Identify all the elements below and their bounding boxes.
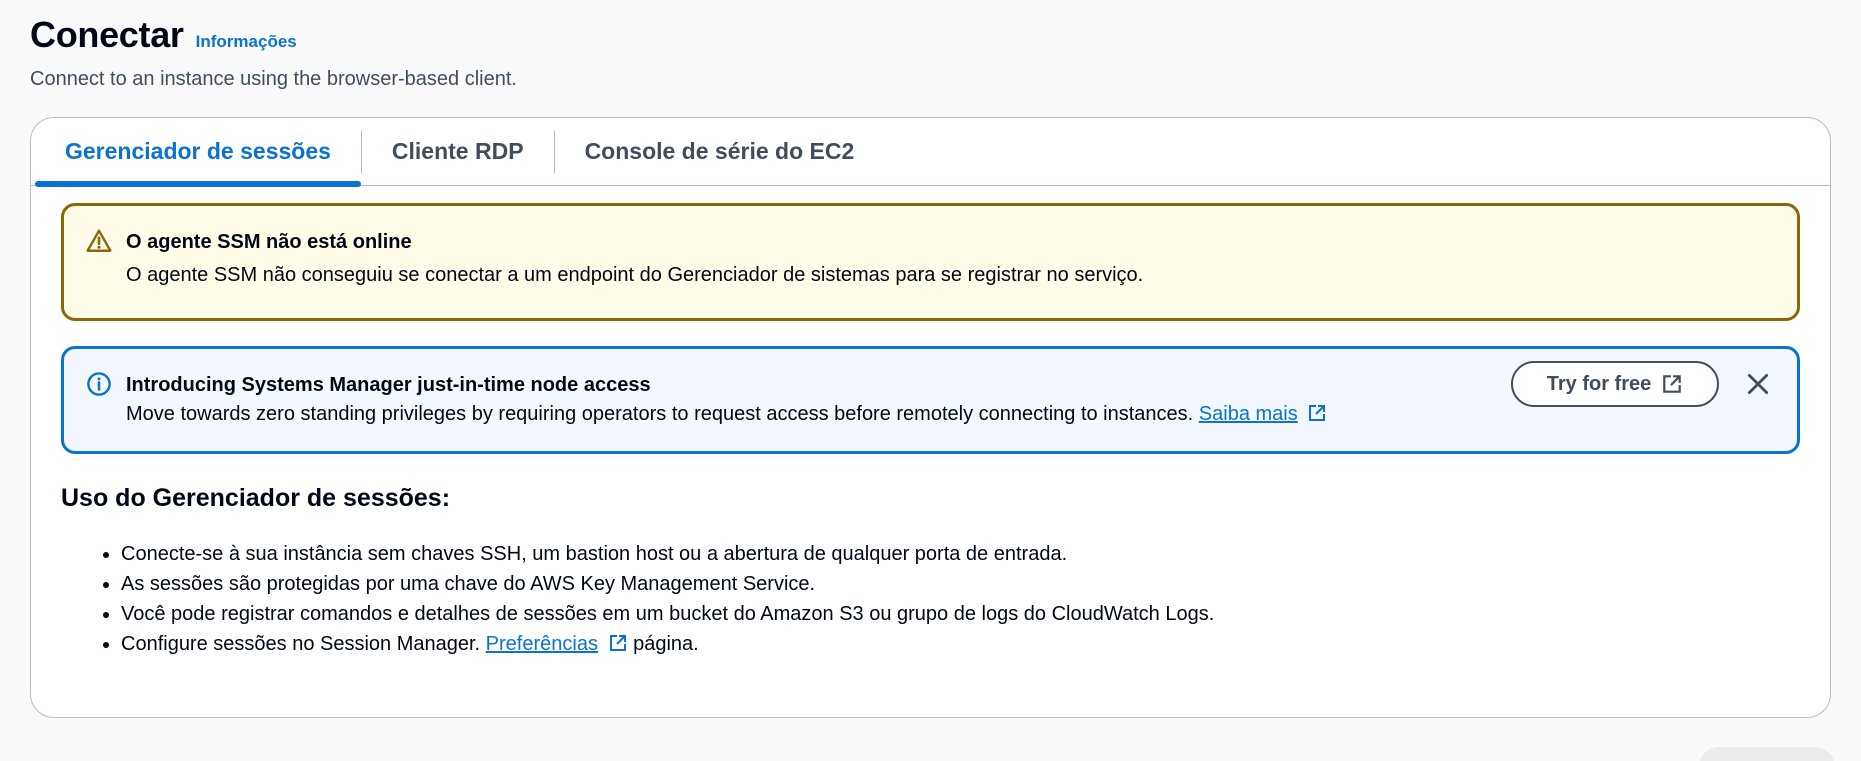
info-alert: Introducing Systems Manager just-in-time… [61, 346, 1800, 454]
warning-alert-body: O agente SSM não está online O agente SS… [126, 228, 1777, 290]
info-link[interactable]: Informações [196, 32, 297, 52]
external-link-icon [1309, 405, 1326, 421]
list-item: Configure sessões no Session Manager. Pr… [121, 629, 1800, 659]
external-link-icon [609, 635, 626, 651]
try-for-free-label: Try for free [1546, 372, 1652, 395]
tab-rdp-client[interactable]: Cliente RDP [362, 118, 554, 185]
tab-session-manager[interactable]: Gerenciador de sessões [35, 118, 361, 187]
title-row: Conectar Informações [30, 14, 517, 56]
page-description: Connect to an instance using the browser… [30, 68, 517, 90]
footer-button[interactable] [1699, 747, 1835, 761]
tab-content: O agente SSM não está online O agente SS… [31, 186, 1830, 659]
info-alert-text: Move towards zero standing privileges by… [126, 403, 1194, 425]
page-header: Conectar Informações Connect to an insta… [30, 14, 517, 91]
list-item: Você pode registrar comandos e detalhes … [121, 599, 1800, 629]
page-title: Conectar [30, 14, 184, 55]
warning-alert-text: O agente SSM não conseguiu se conectar a… [126, 264, 1144, 286]
learn-more-link[interactable]: Saiba mais [1199, 403, 1298, 425]
warning-alert-title: O agente SSM não está online [126, 231, 412, 253]
connect-panel: Gerenciador de sessões Cliente RDP Conso… [30, 117, 1831, 718]
list-item-prefix: Configure sessões no Session Manager. [121, 633, 481, 655]
usage-list: Conecte-se à sua instância sem chaves SS… [61, 539, 1800, 659]
tab-ec2-serial-console[interactable]: Console de série do EC2 [555, 118, 885, 185]
tab-bar: Gerenciador de sessões Cliente RDP Conso… [31, 118, 1830, 187]
external-link-icon [1663, 375, 1682, 393]
warning-icon [86, 229, 112, 252]
warning-alert: O agente SSM não está online O agente SS… [61, 203, 1800, 321]
close-icon[interactable] [1745, 371, 1771, 397]
list-item-suffix: página. [633, 633, 699, 655]
section-title: Uso do Gerenciador de sessões: [61, 484, 451, 512]
list-item: As sessões são protegidas por uma chave … [121, 569, 1800, 599]
try-for-free-button[interactable]: Try for free [1511, 361, 1719, 407]
list-item: Conecte-se à sua instância sem chaves SS… [121, 539, 1800, 569]
info-icon [87, 372, 111, 396]
preferences-link[interactable]: Preferências [486, 633, 598, 655]
